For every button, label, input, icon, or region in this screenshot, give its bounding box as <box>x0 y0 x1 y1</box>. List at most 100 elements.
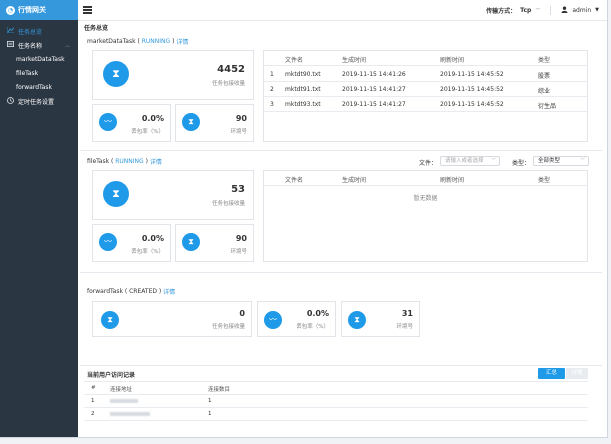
detail-link[interactable]: 详情 <box>176 37 188 46</box>
task-header-forwardtask: forwardTask ( CREATED ) 详情 <box>87 287 176 296</box>
ring-card: ⧗ 90 环境号 <box>175 104 254 142</box>
chevron-down-icon: ﹀ <box>490 158 496 164</box>
ring-number: 90 <box>235 234 247 243</box>
col-header: 文件名 <box>285 57 304 64</box>
connection-count: 1 <box>208 411 212 417</box>
received-label: 任务包接收量 <box>211 324 245 330</box>
redacted-address <box>110 399 138 403</box>
loss-label: 丢包率（%） <box>131 129 164 135</box>
file-type: 衍生品 <box>538 103 557 110</box>
empty-state: 暂无数据 <box>413 195 438 202</box>
sidebar-item-marketdatatask[interactable]: marketDataTask <box>0 52 78 66</box>
user-icon <box>561 6 568 15</box>
file-table: 文件名 生成时间 刷新时间 类型 1 mktdt90.txt 2019-11-1… <box>263 50 588 142</box>
sidebar-item-filetask[interactable]: fileTask <box>0 66 78 80</box>
summary-button[interactable]: 汇总 <box>538 368 565 379</box>
visitor-title: 当前用户访问记录 <box>87 372 136 379</box>
col-header: # <box>91 385 96 391</box>
loss-card: 〰 0.0% 丢包率（%） <box>92 104 171 142</box>
received-card: ⧗ 4452 任务包接收量 <box>92 50 254 100</box>
task-header-marketdatatask: marketDataTask ( RUNNING ) 详情 <box>87 37 189 46</box>
sidebar-item-task-names[interactable]: 任务名称 ︿ <box>0 38 78 52</box>
hourglass-icon: ⧗ <box>182 233 200 251</box>
file-name[interactable]: mktdt91.txt <box>285 86 321 93</box>
sidebar-item-overview[interactable]: 任务总览 <box>0 24 78 38</box>
hourglass-icon: ⧗ <box>182 113 200 131</box>
clock-icon <box>6 96 14 106</box>
task-name: marketDataTask <box>87 37 136 45</box>
user-name[interactable]: admin <box>572 7 591 14</box>
col-header: 文件名 <box>285 177 304 184</box>
file-type: 综业 <box>538 88 551 95</box>
menu-toggle-icon[interactable] <box>83 5 92 16</box>
type-filter-select[interactable]: 全部类型 ﹀ <box>533 156 589 166</box>
sidebar: ◔ 行情网关 任务总览 任务名称 ︿ marketDataTask fileTa… <box>0 0 78 437</box>
hourglass-icon: ⧗ <box>103 181 129 207</box>
logo[interactable]: ◔ 行情网关 <box>0 0 78 20</box>
received-card: ⧗ 53 任务包接收量 <box>92 170 254 220</box>
logo-icon: ◔ <box>6 5 15 15</box>
row-index: 1 <box>91 398 95 404</box>
col-header: 类型 <box>538 57 551 64</box>
file-name[interactable]: mktdt93.txt <box>285 101 321 108</box>
type-filter-label: 类型： <box>512 160 531 167</box>
chevron-down-icon[interactable]: ﹀ <box>535 7 540 14</box>
main-content: 任务总览 marketDataTask ( RUNNING ) 详情 ⧗ 445… <box>80 20 602 427</box>
detail-button[interactable]: 详情 <box>566 368 588 379</box>
ring-number: 90 <box>235 114 247 123</box>
file-name[interactable]: mktdt90.txt <box>285 71 321 78</box>
created-time: 2019-11-15 14:41:27 <box>342 101 406 108</box>
row-index: 3 <box>270 101 274 108</box>
hourglass-icon: ⧗ <box>101 311 119 329</box>
detail-link[interactable]: 详情 <box>150 157 162 166</box>
task-status: RUNNING <box>115 157 144 165</box>
col-header: 生成时间 <box>342 57 367 64</box>
received-count: 53 <box>231 184 245 195</box>
loss-card: 〰 0.0% 丢包率（%） <box>92 224 171 262</box>
created-time: 2019-11-15 14:41:27 <box>342 86 406 93</box>
refresh-time: 2019-11-15 14:45:52 <box>440 86 504 93</box>
connection-count: 1 <box>208 398 212 404</box>
sidebar-item-schedule[interactable]: 定时任务设置 <box>0 94 78 108</box>
ring-label: 环境号 <box>230 249 247 255</box>
sidebar-item-label: 任务总览 <box>18 28 43 36</box>
visitor-panel: 当前用户访问记录 汇总 详情 # 连接地址 连接数目 1 1 2 1 <box>80 365 602 427</box>
sidebar-item-label: 任务名称 <box>18 42 43 50</box>
col-header: 连接地址 <box>110 387 133 393</box>
sidebar-item-forwardtask[interactable]: forwardTask <box>0 80 78 94</box>
created-time: 2019-11-15 14:41:26 <box>342 71 406 78</box>
chart-icon <box>6 27 14 35</box>
caret-down-icon[interactable]: ▼ <box>595 7 599 13</box>
file-table: 文件名 生成时间 刷新时间 类型 暂无数据 <box>263 170 588 262</box>
task-header-filetask: fileTask ( RUNNING ) 详情 <box>87 157 162 166</box>
loss-card: 〰 0.0% 丢包率（%） <box>257 301 336 337</box>
received-card: ⧗ 0 任务包接收量 <box>92 301 252 337</box>
col-header: 连接数目 <box>208 387 231 393</box>
loss-rate: 0.0% <box>306 309 329 318</box>
loss-rate: 0.0% <box>141 234 164 243</box>
col-header: 生成时间 <box>342 177 367 184</box>
wave-icon: 〰 <box>264 311 282 329</box>
received-label: 任务包接收量 <box>211 81 245 87</box>
loss-label: 丢包率（%） <box>296 324 329 330</box>
chevron-down-icon: ﹀ <box>579 158 585 164</box>
row-index: 2 <box>270 86 274 93</box>
col-header: 刷新时间 <box>440 177 465 184</box>
received-label: 任务包接收量 <box>211 201 245 207</box>
app-frame: ◔ 行情网关 任务总览 任务名称 ︿ marketDataTask fileTa… <box>0 0 608 438</box>
ring-card: ⧗ 31 环境号 <box>341 301 420 337</box>
refresh-time: 2019-11-15 14:45:52 <box>440 101 504 108</box>
wave-icon: 〰 <box>99 113 117 131</box>
received-count: 0 <box>239 309 245 318</box>
file-filter-input[interactable]: 请输入或者选择 ﹀ <box>440 156 500 166</box>
sidebar-item-label: 定时任务设置 <box>18 98 55 106</box>
redacted-address <box>110 412 150 416</box>
topbar: 传输方式： Tcp ﹀ admin ▼ <box>78 0 607 21</box>
refresh-time: 2019-11-15 14:45:52 <box>440 71 504 78</box>
file-type: 股票 <box>538 73 551 80</box>
detail-link[interactable]: 详情 <box>163 287 175 296</box>
task-name: forwardTask <box>87 287 123 295</box>
ring-label: 环境号 <box>396 324 413 330</box>
transport-select[interactable]: Tcp <box>520 7 531 14</box>
loss-rate: 0.0% <box>141 114 164 123</box>
